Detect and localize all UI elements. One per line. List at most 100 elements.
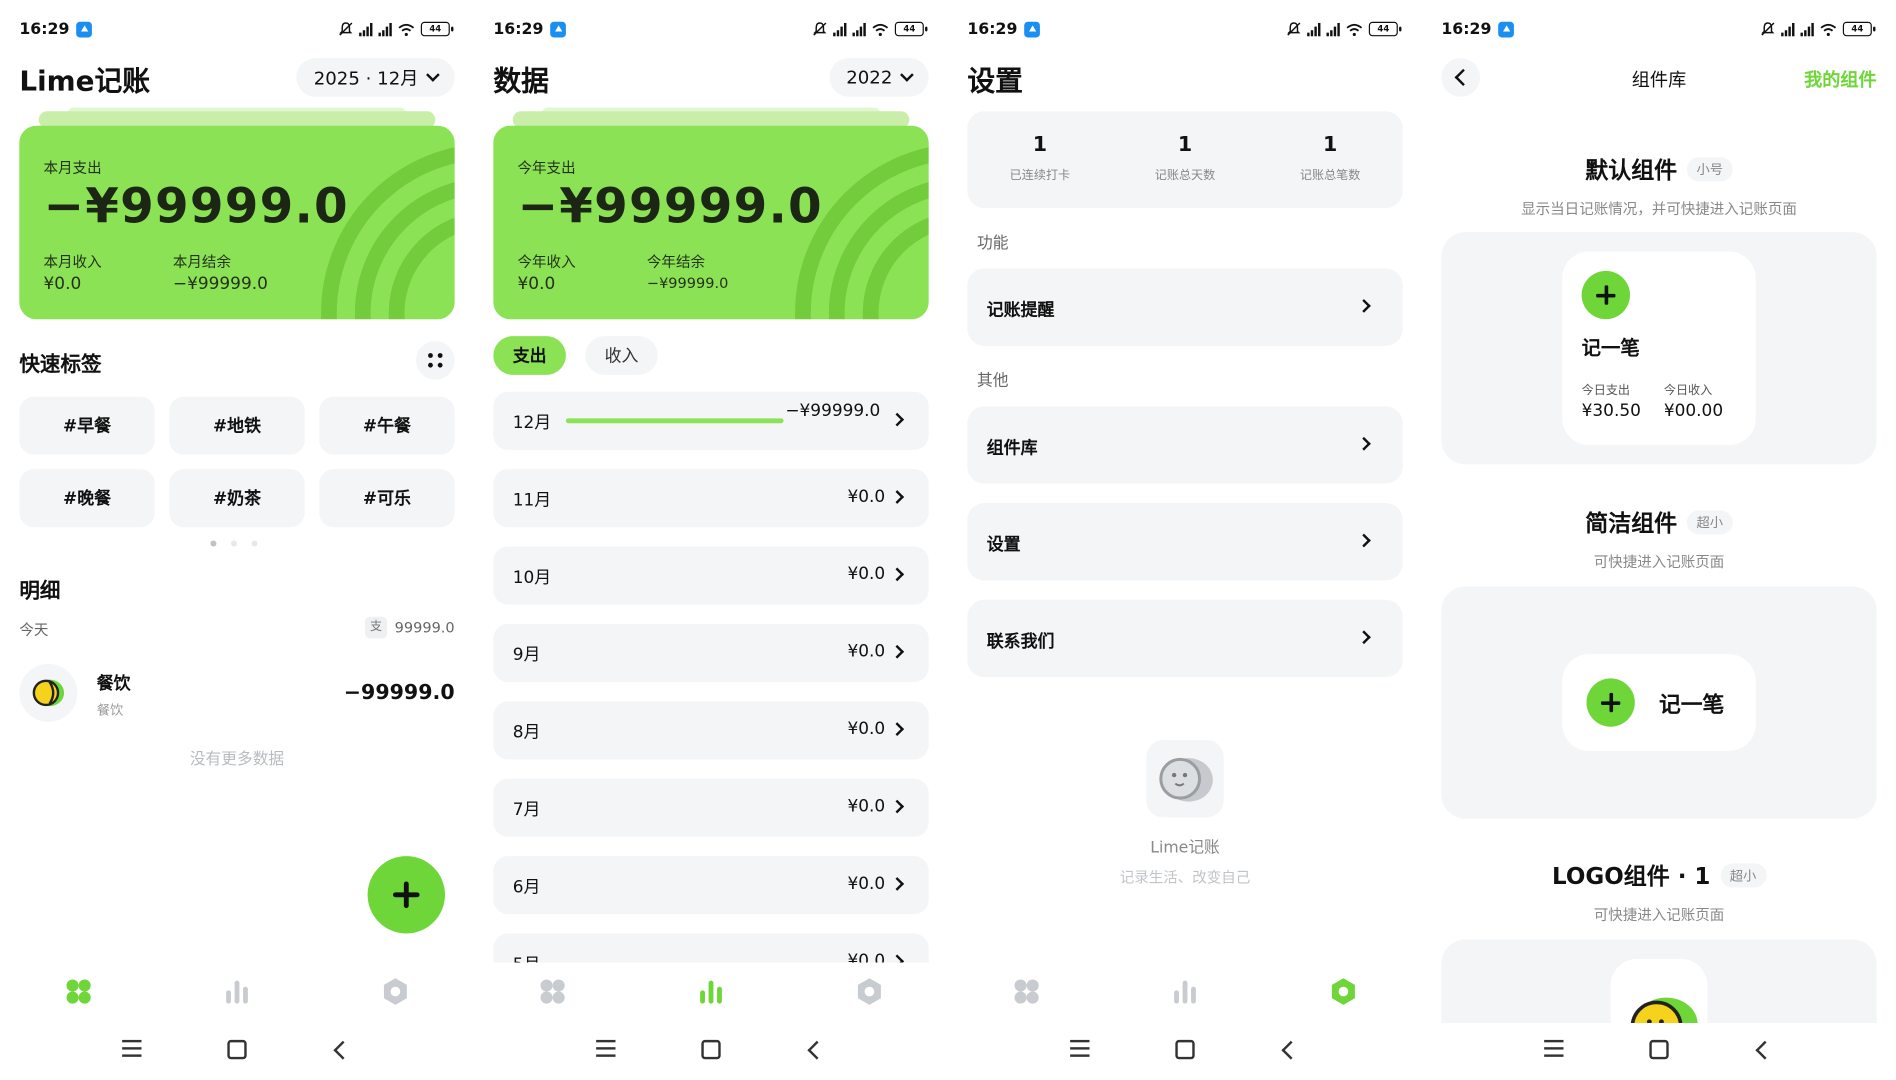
balance-amount: −¥99999.0 xyxy=(646,274,729,292)
income-label: 本月收入 xyxy=(43,253,102,271)
record-name[interactable]: 餐饮 xyxy=(97,671,131,695)
monthly-summary-card[interactable]: 本月支出 −¥99999.0 本月收入 ¥0.0 本月结余 −¥99999.0 xyxy=(19,125,455,320)
signal-icon xyxy=(1307,22,1321,36)
tags-grid-button[interactable] xyxy=(415,340,455,380)
back-icon[interactable] xyxy=(807,1040,827,1060)
stat-label: 记账总天数 xyxy=(1154,169,1216,183)
group-label-other: 其他 xyxy=(977,372,1009,391)
month-value: ¥0.0 xyxy=(847,874,886,894)
chevron-right-icon xyxy=(890,877,905,891)
tab-settings-icon[interactable] xyxy=(855,977,884,1006)
battery-icon: 44 xyxy=(1842,21,1876,37)
menu-icon[interactable] xyxy=(122,1039,142,1057)
quick-tag[interactable]: #可乐 xyxy=(319,469,455,528)
chevron-down-icon xyxy=(426,68,440,82)
record-action: 记一笔 xyxy=(1581,336,1640,360)
row-settings[interactable]: 设置 xyxy=(967,503,1403,581)
system-nav-bar xyxy=(948,1030,1422,1071)
menu-icon[interactable] xyxy=(1070,1039,1090,1057)
year-selector-label: 2022 xyxy=(846,66,893,89)
stat-value: 1 xyxy=(1322,133,1338,158)
expense-label: 本月支出 xyxy=(43,159,102,177)
quick-tag[interactable]: #奶茶 xyxy=(169,469,305,528)
row-title: 记账提醒 xyxy=(986,301,1055,321)
simple-widget-card[interactable]: 记一笔 xyxy=(1562,654,1756,751)
month-row[interactable]: 11月 ¥0.0 xyxy=(493,469,929,528)
widget-name: 默认组件 xyxy=(1585,157,1678,184)
month-row[interactable]: 7月 ¥0.0 xyxy=(493,778,929,837)
size-chip: 小号 xyxy=(1686,157,1733,182)
stat-label: 记账总笔数 xyxy=(1299,169,1361,183)
menu-icon[interactable] xyxy=(1544,1039,1564,1057)
month-row[interactable]: 8月 ¥0.0 xyxy=(493,701,929,760)
stat-total-records: 1 记账总笔数 xyxy=(1258,111,1403,183)
default-widget-card[interactable]: 记一笔 今日支出 ¥30.50 今日收入 ¥00.00 xyxy=(1562,251,1756,445)
widget-name: 简洁组件 xyxy=(1585,510,1678,537)
segment-expense[interactable]: 支出 xyxy=(493,336,566,375)
back-icon[interactable] xyxy=(1281,1040,1301,1060)
tab-home-icon[interactable] xyxy=(1012,977,1041,1006)
simple-widget-desc: 可快捷进入记账页面 xyxy=(1593,553,1725,571)
system-nav-bar xyxy=(0,1030,474,1071)
chevron-right-icon xyxy=(890,412,905,427)
chevron-right-icon xyxy=(890,799,905,814)
home-square-icon[interactable] xyxy=(227,1039,247,1060)
tab-settings-icon[interactable] xyxy=(381,977,410,1006)
row-widget-library[interactable]: 组件库 xyxy=(967,406,1403,484)
tab-data-icon[interactable] xyxy=(1171,977,1200,1006)
month-selector-label: 2025 · 12月 xyxy=(313,67,419,89)
expense-amount: −¥99999.0 xyxy=(43,178,349,235)
home-square-icon[interactable] xyxy=(701,1039,721,1060)
tab-home-icon[interactable] xyxy=(64,977,93,1006)
quick-tag[interactable]: #午餐 xyxy=(319,396,455,455)
month-row[interactable]: 6月 ¥0.0 xyxy=(493,856,929,915)
quick-tag[interactable]: #地铁 xyxy=(169,396,305,455)
plus-icon xyxy=(1586,678,1635,727)
signal-icon-2 xyxy=(1326,22,1340,36)
month-row[interactable]: 9月 ¥0.0 xyxy=(493,623,929,682)
year-selector[interactable]: 2022 xyxy=(829,58,929,97)
my-widgets-link[interactable]: 我的组件 xyxy=(1804,67,1877,92)
month-name: 12月 xyxy=(512,413,552,433)
data-screen: 16:29 44 数据 2022 今年支出 −¥99999.0 今年收入 ¥0.… xyxy=(474,0,949,1075)
month-row[interactable]: 10月 ¥0.0 xyxy=(493,546,929,605)
back-icon[interactable] xyxy=(1755,1040,1775,1060)
tab-settings-icon[interactable] xyxy=(1329,977,1358,1006)
menu-icon[interactable] xyxy=(596,1039,616,1057)
row-reminder[interactable]: 记账提醒 xyxy=(967,268,1403,346)
wifi-icon xyxy=(1346,23,1363,36)
simple-widget-title: 简洁组件 超小 xyxy=(1422,505,1896,538)
tab-data-icon[interactable] xyxy=(222,977,251,1006)
chevron-right-icon xyxy=(1357,436,1371,451)
month-row[interactable]: 12月 −¥99999.0 xyxy=(493,391,929,450)
default-widget-title: 默认组件 小号 xyxy=(1422,152,1896,185)
quick-tag[interactable]: #晚餐 xyxy=(19,469,155,528)
notification-icon xyxy=(1024,21,1041,37)
month-name: 10月 xyxy=(512,568,552,588)
tab-data-icon[interactable] xyxy=(696,977,725,1006)
row-contact-us[interactable]: 联系我们 xyxy=(967,599,1403,678)
home-screen: 16:29 44 Lime记账 2025 · 12月 本月支出 −¥99999.… xyxy=(0,0,475,1075)
signal-icon-2 xyxy=(852,22,866,36)
month-selector[interactable]: 2025 · 12月 xyxy=(296,58,455,97)
quick-tag[interactable]: #早餐 xyxy=(19,396,155,455)
battery-icon: 44 xyxy=(420,21,454,37)
no-more-data: 没有更多数据 xyxy=(189,750,285,770)
status-time: 16:29 xyxy=(1441,19,1492,39)
home-square-icon[interactable] xyxy=(1175,1039,1195,1060)
segment-income[interactable]: 收入 xyxy=(585,336,658,375)
row-title: 联系我们 xyxy=(986,632,1055,652)
add-record-button[interactable] xyxy=(367,856,445,934)
signal-icon xyxy=(833,22,847,36)
widget-name: LOGO组件 · 1 xyxy=(1552,863,1711,890)
tab-bar xyxy=(0,967,474,1018)
default-widget-preview: 记一笔 今日支出 ¥30.50 今日收入 ¥00.00 xyxy=(1441,232,1877,465)
mute-icon xyxy=(813,22,827,36)
detail-title: 明细 xyxy=(19,579,61,604)
today-expense: ¥30.50 xyxy=(1581,401,1641,421)
home-square-icon[interactable] xyxy=(1649,1039,1669,1060)
tab-home-icon[interactable] xyxy=(538,977,567,1006)
yearly-summary-card[interactable]: 今年支出 −¥99999.0 今年收入 ¥0.0 今年结余 −¥99999.0 xyxy=(493,125,929,320)
back-icon[interactable] xyxy=(333,1040,353,1060)
balance-label: 本月结余 xyxy=(172,253,231,271)
